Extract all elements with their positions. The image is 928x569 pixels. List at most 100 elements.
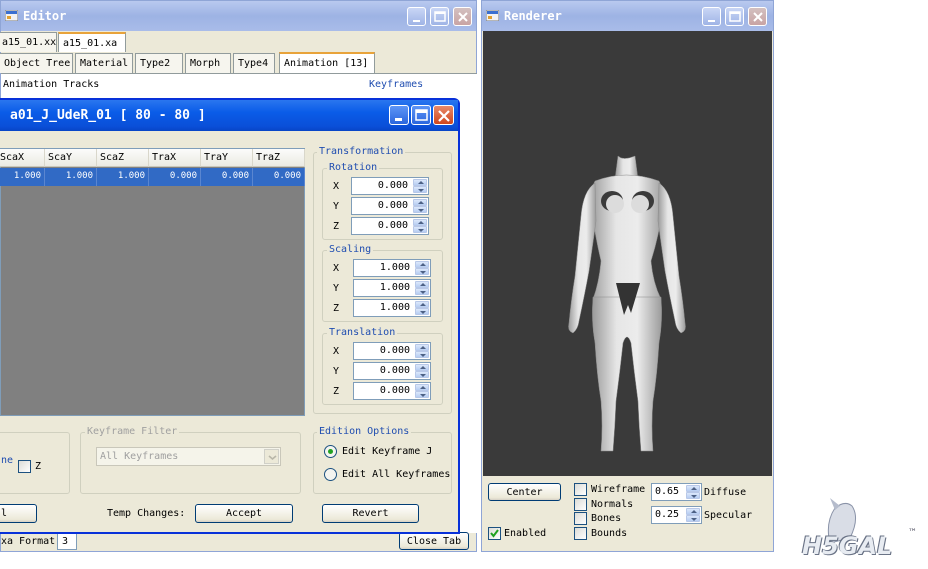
spin-up-icon[interactable] (413, 179, 427, 186)
tab-type4[interactable]: Type4 (233, 53, 275, 73)
keyframes-label: Keyframes (369, 79, 424, 90)
tab-object-tree[interactable]: Object Tree (0, 53, 73, 73)
close-icon (458, 12, 468, 22)
col-header-scaz[interactable]: ScaZ (97, 149, 149, 167)
maximize-button[interactable] (430, 7, 449, 26)
center-button[interactable]: Center (488, 483, 561, 501)
model-figure (568, 155, 686, 452)
translation-x-stepper[interactable]: 0.000 (353, 342, 431, 360)
dialog-maximize-button[interactable] (411, 105, 431, 125)
z-checkbox[interactable] (18, 460, 31, 473)
renderer-close-button[interactable] (748, 7, 767, 26)
edit-all-radio[interactable] (324, 468, 337, 481)
table-cell[interactable]: 0.000 (149, 168, 201, 186)
translation-z-stepper[interactable]: 0.000 (353, 382, 431, 400)
spin-down-icon[interactable] (415, 308, 429, 315)
table-cell[interactable]: 0.000 (253, 168, 305, 186)
wireframe-checkbox[interactable] (574, 483, 587, 496)
scaling-z-label: Z (333, 303, 340, 314)
app-icon (486, 10, 499, 21)
normals-checkbox[interactable] (574, 498, 587, 511)
scaling-y-stepper[interactable]: 1.000 (353, 279, 431, 297)
minimize-button[interactable] (407, 7, 426, 26)
tab-animation[interactable]: Animation [13] (279, 52, 375, 73)
spin-up-icon[interactable] (415, 281, 429, 288)
translation-y-label: Y (333, 366, 340, 377)
dialog-close-button[interactable] (433, 105, 454, 125)
spin-down-icon[interactable] (415, 288, 429, 295)
dialog-titlebar[interactable]: a01_J_UdeR_01 [ 80 - 80 ] (0, 100, 458, 131)
format-value-field[interactable]: 3 (57, 532, 77, 550)
tab-material[interactable]: Material (75, 53, 133, 73)
rotation-y-value: 0.000 (377, 200, 408, 211)
renderer-titlebar[interactable]: Renderer (482, 1, 773, 31)
editor-title: Editor (23, 9, 67, 23)
keyframe-filter-select[interactable]: All Keyframes (96, 447, 281, 466)
animation-tracks-label: Animation Tracks (3, 79, 100, 90)
chevron-down-icon[interactable] (264, 449, 279, 464)
translation-y-stepper[interactable]: 0.000 (353, 362, 431, 380)
enabled-checkbox[interactable] (488, 527, 501, 540)
col-header-scax[interactable]: ScaX (0, 149, 45, 167)
tab-file-xx[interactable]: a15_01.xx (0, 32, 57, 52)
rotation-z-stepper[interactable]: 0.000 (351, 217, 429, 235)
tab-type2[interactable]: Type2 (135, 53, 183, 73)
spin-down-icon[interactable] (413, 206, 427, 213)
close-tab-button[interactable]: Close Tab (399, 532, 469, 550)
col-header-traz[interactable]: TraZ (253, 149, 305, 167)
col-header-trax[interactable]: TraX (149, 149, 201, 167)
bounds-checkbox[interactable] (574, 527, 587, 540)
rotation-x-value: 0.000 (377, 180, 408, 191)
left-action-button[interactable]: l (0, 504, 37, 523)
spin-up-icon[interactable] (415, 261, 429, 268)
spin-down-icon[interactable] (413, 226, 427, 233)
spin-up-icon[interactable] (415, 364, 429, 371)
rotation-x-stepper[interactable]: 0.000 (351, 177, 429, 195)
col-header-scay[interactable]: ScaY (45, 149, 97, 167)
spin-up-icon[interactable] (413, 219, 427, 226)
spin-down-icon[interactable] (415, 268, 429, 275)
dialog-minimize-button[interactable] (389, 105, 409, 125)
specular-stepper[interactable]: 0.25 (651, 506, 702, 524)
spin-down-icon[interactable] (413, 186, 427, 193)
temp-changes-label: Temp Changes: (107, 508, 186, 519)
minimize-icon (413, 20, 420, 22)
renderer-maximize-button[interactable] (725, 7, 744, 26)
revert-button[interactable]: Revert (322, 504, 419, 523)
editor-titlebar[interactable]: Editor (1, 1, 476, 31)
keyframe-grid[interactable]: ScaX ScaY ScaZ TraX TraY TraZ 1.000 1.00… (0, 148, 305, 416)
col-header-tray[interactable]: TraY (201, 149, 253, 167)
spin-up-icon[interactable] (686, 485, 700, 492)
spin-up-icon[interactable] (415, 301, 429, 308)
bounds-label: Bounds (591, 528, 628, 539)
spin-down-icon[interactable] (415, 351, 429, 358)
edit-keyframe-radio[interactable] (324, 445, 337, 458)
spin-up-icon[interactable] (415, 384, 429, 391)
render-viewport[interactable] (483, 31, 772, 476)
accept-button[interactable]: Accept (195, 504, 293, 523)
spin-up-icon[interactable] (415, 344, 429, 351)
renderer-minimize-button[interactable] (702, 7, 721, 26)
scaling-x-value: 1.000 (379, 262, 410, 273)
close-button[interactable] (453, 7, 472, 26)
tab-file-xa[interactable]: a15_01.xa (58, 32, 126, 52)
table-cell[interactable]: 1.000 (45, 168, 97, 186)
table-cell[interactable]: 1.000 (97, 168, 149, 186)
spin-down-icon[interactable] (686, 492, 700, 499)
scaling-x-stepper[interactable]: 1.000 (353, 259, 431, 277)
spin-up-icon[interactable] (413, 199, 427, 206)
table-cell[interactable]: 0.000 (201, 168, 253, 186)
spin-up-icon[interactable] (686, 508, 700, 515)
renderer-title: Renderer (504, 9, 562, 23)
diffuse-stepper[interactable]: 0.65 (651, 483, 702, 501)
spin-down-icon[interactable] (415, 391, 429, 398)
rotation-y-stepper[interactable]: 0.000 (351, 197, 429, 215)
spin-down-icon[interactable] (415, 371, 429, 378)
scaling-z-stepper[interactable]: 1.000 (353, 299, 431, 317)
spin-down-icon[interactable] (686, 515, 700, 522)
dialog-title: a01_J_UdeR_01 [ 80 - 80 ] (10, 108, 206, 123)
tab-morph[interactable]: Morph (185, 53, 231, 73)
table-cell[interactable]: 1.000 (0, 168, 45, 186)
normals-label: Normals (591, 499, 634, 510)
bones-checkbox[interactable] (574, 512, 587, 525)
